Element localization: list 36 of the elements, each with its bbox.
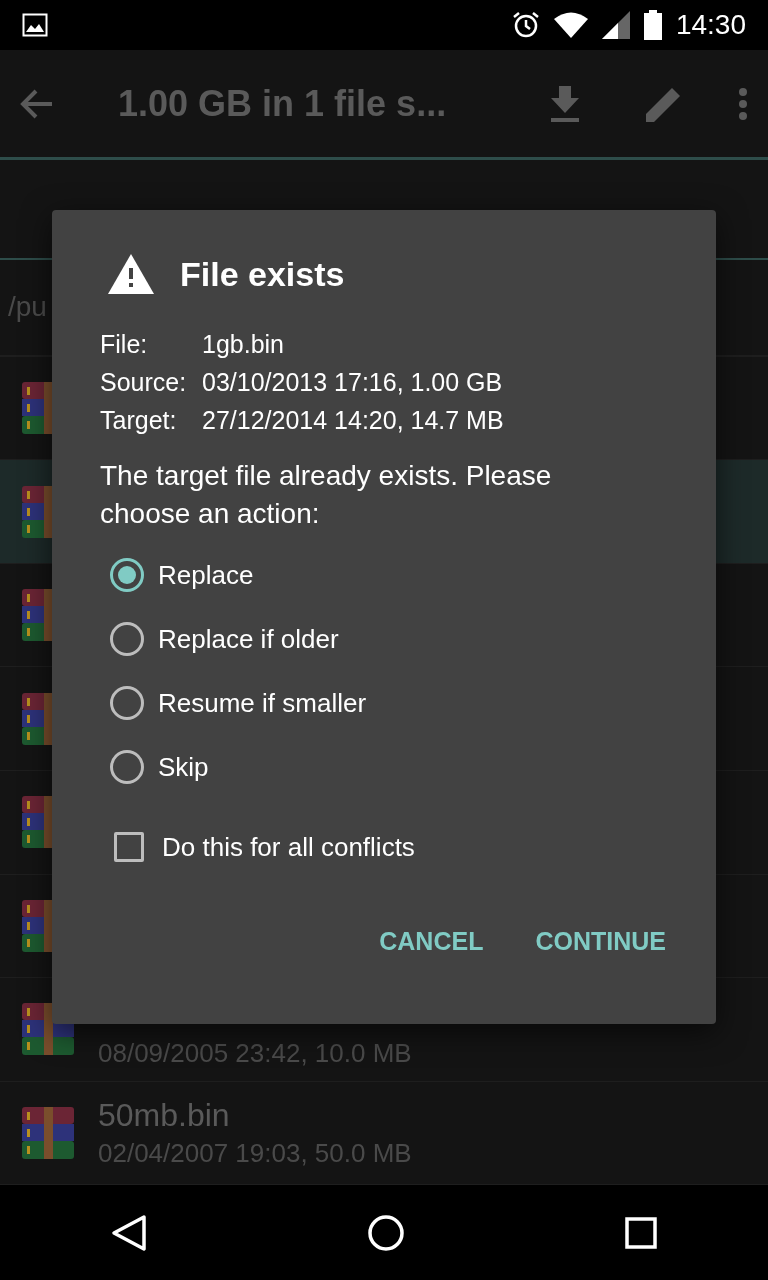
archive-icon — [22, 1107, 74, 1160]
radio-button[interactable] — [110, 686, 144, 720]
info-value: 1gb.bin — [202, 329, 286, 360]
signal-icon — [601, 10, 630, 39]
option-label: Resume if smaller — [158, 687, 367, 719]
dialog-message: The target file already exists. Please choose an action: — [100, 459, 553, 531]
dialog-button[interactable]: CONTINUE — [513, 917, 688, 966]
info-label: File: — [100, 329, 149, 360]
wifi-icon — [553, 11, 588, 38]
toolbar-title: 1.00 GB in 1 file s... — [118, 82, 448, 125]
download-icon[interactable] — [550, 85, 580, 122]
battery-icon — [643, 9, 662, 40]
clock-time: 14:30 — [675, 8, 746, 41]
option-label: Skip — [158, 751, 209, 783]
option-label: Replace if older — [158, 623, 339, 655]
home-icon[interactable] — [368, 1214, 404, 1251]
recents-icon[interactable] — [625, 1216, 658, 1249]
info-value: 27/12/2014 14:20, 14.7 MB — [202, 405, 505, 436]
checkbox[interactable] — [114, 832, 144, 862]
radio-button[interactable] — [110, 750, 144, 784]
option-label: Replace — [158, 559, 254, 591]
dialog-button[interactable]: CANCEL — [357, 917, 506, 966]
image-icon — [22, 12, 48, 37]
info-value: 03/10/2013 17:16, 1.00 GB — [202, 367, 504, 398]
more-icon[interactable] — [738, 87, 748, 120]
info-label: Source: — [100, 367, 188, 398]
file-name: 50mb.bin — [98, 1097, 231, 1135]
back-icon[interactable] — [110, 1213, 147, 1252]
dialog-title: File exists — [180, 254, 345, 294]
checkbox-label: Do this for all conflicts — [162, 831, 415, 863]
radio-button[interactable] — [110, 558, 144, 592]
info-label: Target: — [100, 405, 178, 436]
back-arrow-icon[interactable] — [20, 88, 54, 119]
radio-button[interactable] — [110, 622, 144, 656]
alarm-icon — [511, 10, 540, 39]
warning-icon — [108, 254, 154, 294]
